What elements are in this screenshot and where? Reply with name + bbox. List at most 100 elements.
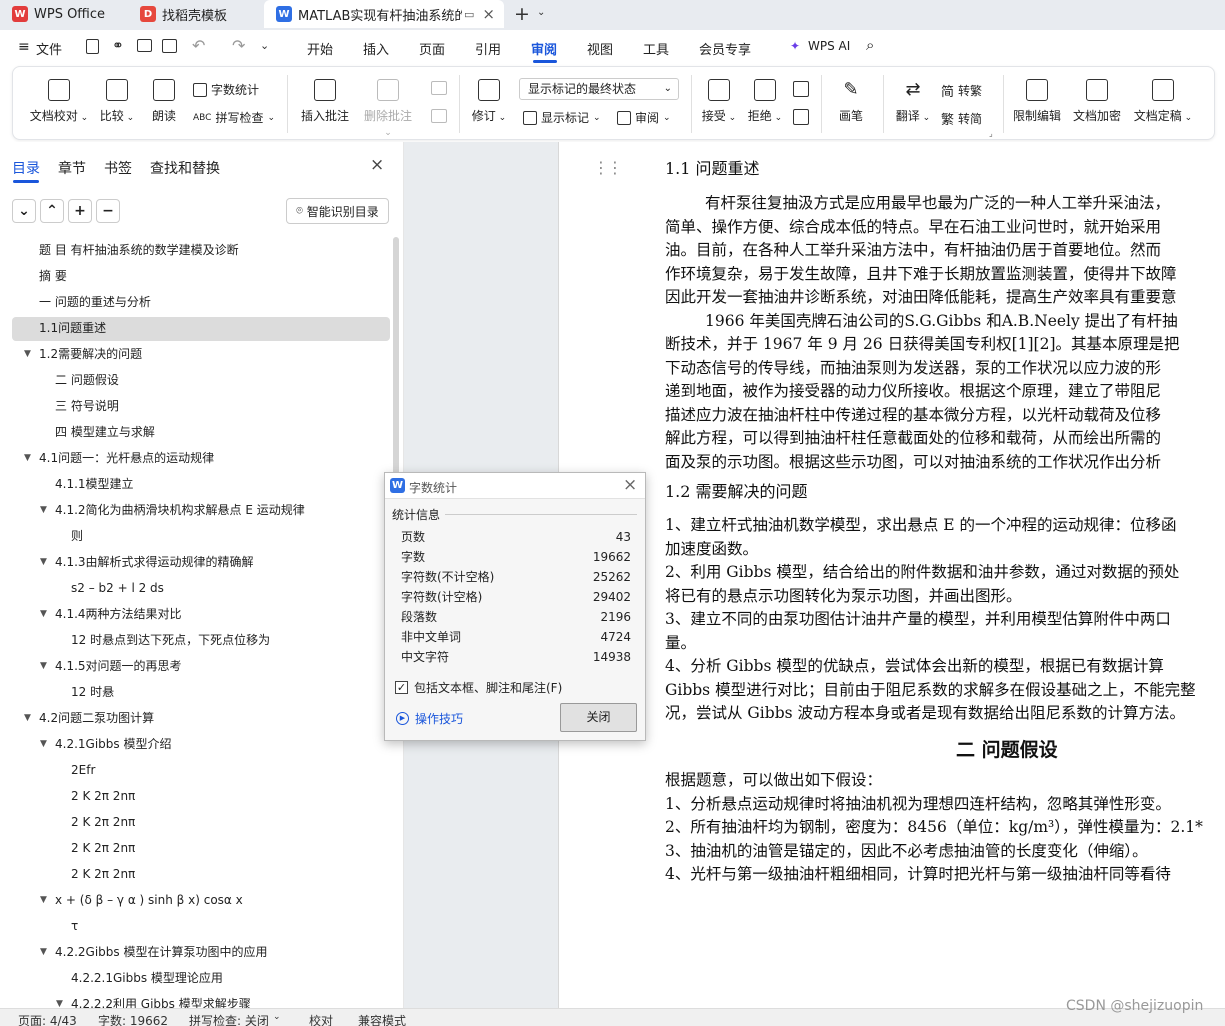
insert-comment-button[interactable]: 插入批注 bbox=[299, 79, 351, 124]
menu-file[interactable]: 文件 bbox=[36, 39, 62, 58]
undo-icon[interactable]: ↶ bbox=[192, 36, 205, 55]
dialog-launcher-icon[interactable]: ⌟ bbox=[989, 129, 993, 138]
toc-item[interactable]: ▼ 4.2问题二泵功图计算 bbox=[0, 708, 390, 728]
prev-revision-icon[interactable] bbox=[793, 81, 809, 97]
menu-review[interactable]: 审阅 bbox=[531, 39, 557, 58]
pen-button[interactable]: ✎ 画笔 bbox=[833, 79, 869, 124]
toc-item[interactable]: ▼ 4.1.2简化为曲柄滑块机构求解悬点 E 运动规律 bbox=[0, 500, 390, 520]
tab-wps-office[interactable]: W WPS Office bbox=[0, 0, 124, 28]
close-button[interactable]: 关闭 bbox=[560, 703, 637, 732]
remove-heading-button[interactable]: − bbox=[96, 199, 120, 223]
toc-item[interactable]: ▼ x + (δ β – γ α ) sinh β x) cosα x bbox=[0, 890, 390, 910]
reject-button[interactable]: 拒绝 ⌄ bbox=[745, 79, 785, 124]
document-page[interactable]: ⋮⋮ 1.1 问题重述 有杆泵往复抽汲方式是应用最早也最为广泛的一种人工举升采油… bbox=[558, 142, 1225, 1008]
more-chevron-icon[interactable]: ⌄ bbox=[260, 39, 269, 52]
next-revision-icon[interactable] bbox=[793, 109, 809, 125]
delete-comment-button[interactable]: 删除批注 ⌄ bbox=[359, 79, 417, 138]
toc-item[interactable]: 一 问题的重述与分析 bbox=[0, 292, 390, 312]
new-tab-icon[interactable]: + bbox=[514, 3, 530, 25]
expand-arrow-icon[interactable]: ▼ bbox=[40, 734, 47, 754]
accept-button[interactable]: 接受 ⌄ bbox=[699, 79, 739, 124]
toc-item[interactable]: ▼ 4.1.3由解析式求得运动规律的精确解 bbox=[0, 552, 390, 572]
toc-item[interactable]: 2Efr bbox=[0, 760, 390, 780]
translate-button[interactable]: ⇄ 翻译 ⌄ bbox=[893, 79, 933, 124]
drag-handle-icon[interactable]: ⋮⋮ bbox=[593, 158, 623, 177]
print-icon[interactable] bbox=[137, 39, 152, 52]
close-panel-icon[interactable]: × bbox=[370, 155, 384, 175]
menu-reference[interactable]: 引用 bbox=[475, 39, 501, 58]
toc-item[interactable]: ▼ 4.1.5对问题一的再思考 bbox=[0, 656, 390, 676]
menu-vip[interactable]: 会员专享 bbox=[699, 39, 751, 58]
toc-item[interactable]: 1.1问题重述 bbox=[0, 318, 390, 338]
toc-item[interactable]: 则 bbox=[0, 526, 390, 546]
word-count-indicator[interactable]: 字数: 19662 bbox=[98, 1012, 168, 1026]
tab-list-chevron-icon[interactable]: ⌄ bbox=[537, 7, 545, 18]
to-traditional-button[interactable]: 简 转繁 bbox=[941, 81, 982, 100]
expand-arrow-icon[interactable]: ▼ bbox=[40, 604, 47, 624]
tab-bookmarks[interactable]: 书签 bbox=[104, 158, 132, 178]
next-comment-icon[interactable] bbox=[431, 109, 447, 123]
tips-link[interactable]: ▶ 操作技巧 bbox=[396, 710, 463, 727]
dialog-close-icon[interactable]: × bbox=[623, 475, 637, 495]
toc-item[interactable]: ▼ 4.1问题一：光杆悬点的运动规律 bbox=[0, 448, 390, 468]
toc-item[interactable]: 4.2.2.1Gibbs 模型理论应用 bbox=[0, 968, 390, 988]
toc-item[interactable]: s2 – b2 + l 2 ds bbox=[0, 578, 390, 598]
collapse-all-button[interactable]: ⌄ bbox=[12, 199, 36, 223]
expand-arrow-icon[interactable]: ▼ bbox=[40, 942, 47, 962]
close-tab-icon[interactable]: × bbox=[482, 5, 495, 23]
display-state-select[interactable]: 显示标记的最终状态 ⌄ bbox=[519, 78, 679, 100]
toc-item[interactable]: 12 时悬 bbox=[0, 682, 390, 702]
save-icon[interactable] bbox=[86, 39, 99, 54]
expand-arrow-icon[interactable]: ▼ bbox=[24, 708, 31, 728]
toc-item[interactable]: ▼ 4.2.2Gibbs 模型在计算泵功图中的应用 bbox=[0, 942, 390, 962]
word-count-button[interactable]: 字数统计 bbox=[193, 81, 259, 98]
toc-item[interactable]: 三 符号说明 bbox=[0, 396, 390, 416]
tab-find-replace[interactable]: 查找和替换 bbox=[150, 158, 220, 178]
expand-arrow-icon[interactable]: ▼ bbox=[24, 448, 31, 468]
tab-chapters[interactable]: 章节 bbox=[58, 158, 86, 178]
menu-insert[interactable]: 插入 bbox=[363, 39, 389, 58]
show-marks-button[interactable]: 显示标记 ⌄ bbox=[523, 109, 601, 126]
add-heading-button[interactable]: + bbox=[68, 199, 92, 223]
toc-item[interactable]: ▼ 4.2.1Gibbs 模型介绍 bbox=[0, 734, 390, 754]
to-simplified-button[interactable]: 繁 转简 bbox=[941, 109, 982, 128]
share-icon[interactable]: ⚭ bbox=[112, 38, 124, 54]
toc-item[interactable]: 2 K 2π 2nπ bbox=[0, 812, 390, 832]
page-indicator[interactable]: 页面: 4/43 bbox=[18, 1012, 77, 1026]
hamburger-icon[interactable]: ≡ bbox=[18, 39, 30, 55]
expand-arrow-icon[interactable]: ▼ bbox=[40, 656, 47, 676]
toc-item[interactable]: 12 时悬点到达下死点，下死点位移为 bbox=[0, 630, 390, 650]
tab-toc[interactable]: 目录 bbox=[12, 158, 40, 178]
prev-comment-icon[interactable] bbox=[431, 81, 447, 95]
expand-up-button[interactable]: ⌃ bbox=[40, 199, 64, 223]
redo-icon[interactable]: ↷ bbox=[232, 36, 245, 55]
tab-docer-templates[interactable]: D 找稻壳模板 bbox=[128, 0, 260, 28]
revise-button[interactable]: 修订 ⌄ bbox=[469, 79, 509, 124]
expand-arrow-icon[interactable]: ▼ bbox=[40, 552, 47, 572]
encrypt-button[interactable]: 文档加密 bbox=[1071, 79, 1123, 124]
spell-check-indicator[interactable]: 拼写检查: 关闭 bbox=[189, 1012, 269, 1026]
toc-item[interactable]: 4.1.1模型建立 bbox=[0, 474, 390, 494]
menu-tools[interactable]: 工具 bbox=[643, 39, 669, 58]
toc-item[interactable]: 二 问题假设 bbox=[0, 370, 390, 390]
toc-item[interactable]: ▼ 4.1.4两种方法结果对比 bbox=[0, 604, 390, 624]
search-icon[interactable]: ⌕ bbox=[866, 36, 874, 54]
finalize-button[interactable]: 文档定稿 ⌄ bbox=[1131, 79, 1195, 124]
compare-button[interactable]: 比较 ⌄ bbox=[97, 79, 137, 124]
toc-item[interactable]: 四 模型建立与求解 bbox=[0, 422, 390, 442]
menu-page[interactable]: 页面 bbox=[419, 39, 445, 58]
toc-item[interactable]: τ bbox=[0, 916, 390, 936]
toc-item[interactable]: 摘 要 bbox=[0, 266, 390, 286]
expand-arrow-icon[interactable]: ▼ bbox=[40, 890, 47, 910]
tab-document[interactable]: W MATLAB实现有杆抽油系统的 ▭ × bbox=[264, 0, 504, 28]
review-pane-button[interactable]: 审阅 ⌄ bbox=[617, 109, 671, 126]
smart-toc-button[interactable]: ⌾ 智能识别目录 bbox=[286, 198, 389, 224]
menu-wps-ai[interactable]: WPS AI bbox=[808, 39, 850, 53]
menu-home[interactable]: 开始 bbox=[307, 39, 333, 58]
toc-item[interactable]: 2 K 2π 2nπ bbox=[0, 786, 390, 806]
toc-item[interactable]: 2 K 2π 2nπ bbox=[0, 864, 390, 884]
spell-check-button[interactable]: ABC 拼写检查 ⌄ bbox=[193, 109, 275, 126]
print-preview-icon[interactable] bbox=[162, 39, 177, 53]
chevron-down-icon[interactable]: ⌄ bbox=[273, 1012, 281, 1022]
doc-check-button[interactable]: 文档校对 ⌄ bbox=[29, 79, 89, 124]
